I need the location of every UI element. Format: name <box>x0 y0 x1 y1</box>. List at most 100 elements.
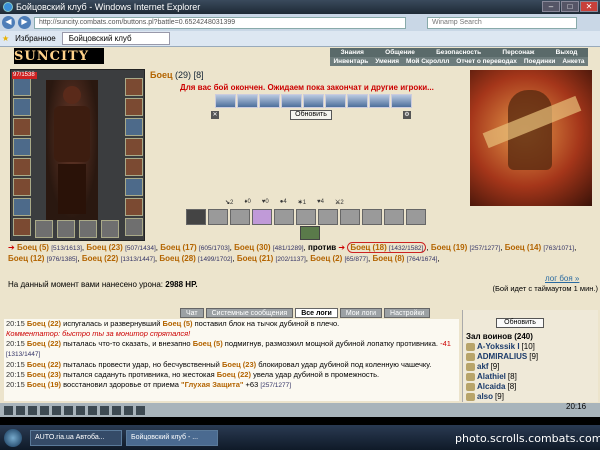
menu-item[interactable]: Инвентарь <box>333 57 368 66</box>
tab-3[interactable]: Все логи <box>295 308 338 318</box>
menu-item[interactable]: Мой Скроллл <box>406 57 449 66</box>
fighter-name[interactable]: Боец (17) <box>160 243 196 252</box>
fighter-entry[interactable]: Боец (12) [976/1385] <box>8 254 77 263</box>
equipment-slot[interactable] <box>125 78 143 96</box>
equipment-slot[interactable] <box>35 220 53 238</box>
forward-button[interactable]: ▶ <box>18 16 31 29</box>
minimize-button[interactable]: – <box>542 1 560 12</box>
fighter-entry[interactable]: Боец (14) [763/1071] <box>505 243 574 252</box>
player-name[interactable]: ADMIRALIUS <box>477 352 527 361</box>
tool-icon[interactable] <box>112 405 121 415</box>
chat-a[interactable]: Боец (22) <box>27 319 61 328</box>
equipment-slot[interactable] <box>125 158 143 176</box>
chat-a[interactable]: Боец (22) <box>27 360 61 369</box>
player-row[interactable]: ADMIRALIUS [9] <box>466 352 538 361</box>
skill-slot-extra[interactable] <box>300 226 320 240</box>
fighter-entry[interactable]: Боец (18) [1432/1582] <box>347 242 427 253</box>
player-row[interactable]: akf [9] <box>466 362 499 371</box>
player-name[interactable]: Alathiel <box>477 372 506 381</box>
equipment-slot[interactable] <box>13 158 31 176</box>
player-row[interactable]: also [9] <box>466 392 504 401</box>
fighter-entry[interactable]: Боец (2) [65/877] <box>310 254 368 263</box>
fighter-name[interactable]: Боец (28) <box>159 254 195 263</box>
menu-item[interactable]: Безопасность <box>436 48 481 57</box>
chat-b[interactable]: "Глухая Защита" <box>181 380 243 389</box>
menu-item[interactable]: Знания <box>341 48 364 57</box>
chat-b[interactable]: Боец (23) <box>222 360 256 369</box>
chat-a[interactable]: Боец (23) <box>27 370 61 379</box>
search-input[interactable]: Winamp Search <box>427 16 577 29</box>
tool-icon[interactable] <box>28 405 37 415</box>
equipment-slot[interactable] <box>125 138 143 156</box>
menu-item[interactable]: Анкета <box>562 57 584 66</box>
tool-icon[interactable] <box>136 405 145 415</box>
taskbar-item[interactable]: AUTO.ria.ua Автоба... <box>30 429 122 446</box>
tab-4[interactable]: Мои логи <box>339 308 383 318</box>
chat-a[interactable]: Боец (19) <box>27 380 61 389</box>
menu-item[interactable]: Персонаж <box>502 48 534 57</box>
player-name[interactable]: also <box>477 392 493 401</box>
fighter-name[interactable]: Боец (12) <box>8 254 44 263</box>
tool-icon[interactable] <box>52 405 61 415</box>
chat-b[interactable]: Боец (5) <box>163 319 193 328</box>
menu-item[interactable]: Общение <box>385 48 415 57</box>
star-icon[interactable]: ★ <box>2 34 9 43</box>
player-name[interactable]: akf <box>477 362 489 371</box>
chat-b[interactable]: Боец (22) <box>217 370 251 379</box>
fighter-name[interactable]: Боец (21) <box>237 254 273 263</box>
fighter-entry[interactable]: Боец (21) [202/1137] <box>237 254 306 263</box>
player-row[interactable]: A-Yokssik I [10] <box>466 342 535 351</box>
fighter-name[interactable]: Боец (18) <box>350 243 386 252</box>
tool-icon[interactable] <box>4 405 13 415</box>
equipment-slot[interactable] <box>125 198 143 216</box>
favorites-button[interactable]: Избранное <box>15 34 56 43</box>
back-button[interactable]: ◀ <box>2 16 15 29</box>
equipment-slot[interactable] <box>13 78 31 96</box>
fighter-name[interactable]: Боец (14) <box>505 243 541 252</box>
close-button[interactable]: ✕ <box>580 1 598 12</box>
equipment-slot[interactable] <box>13 98 31 116</box>
tool-icon[interactable] <box>88 405 97 415</box>
equipment-slot[interactable] <box>125 218 143 236</box>
menu-item[interactable]: Выход <box>556 48 578 57</box>
tool-icon[interactable] <box>124 405 133 415</box>
browser-tab[interactable]: Бойцовский клуб <box>61 32 170 45</box>
fighter-name[interactable]: Боец (30) <box>234 243 270 252</box>
maximize-button[interactable]: □ <box>561 1 579 12</box>
player-row[interactable]: Alathiel [8] <box>466 372 517 381</box>
player-row[interactable]: Alcaida [8] <box>466 382 516 391</box>
fighter-entry[interactable]: Боец (19) [257/1277] <box>431 243 500 252</box>
fighter-name[interactable]: Боец (22) <box>82 254 118 263</box>
fighter-entry[interactable]: Боец (8) [764/1674] <box>372 254 437 263</box>
fighter-entry[interactable]: Боец (22) [1313/1447] <box>82 254 155 263</box>
equipment-slot[interactable] <box>125 118 143 136</box>
fighter-entry[interactable]: Боец (28) [1499/1702] <box>159 254 232 263</box>
equipment-slot[interactable] <box>13 218 31 236</box>
equipment-slot[interactable] <box>79 220 97 238</box>
fighter-name[interactable]: Боец (2) <box>310 254 342 263</box>
tab-1[interactable]: Чат <box>180 308 204 318</box>
tab-5[interactable]: Настройки <box>384 308 431 318</box>
fighter-entry[interactable]: Боец (23) [507/1434] <box>86 243 155 252</box>
menu-item[interactable]: Умения <box>375 57 399 66</box>
close-small-icon[interactable]: ✕ <box>211 111 219 119</box>
tool-icon[interactable] <box>16 405 25 415</box>
address-bar[interactable]: http://suncity.combats.com/buttons.pl?ba… <box>34 16 406 29</box>
equipment-slot[interactable] <box>13 138 31 156</box>
chat-b[interactable]: Боец (5) <box>193 339 223 348</box>
tool-icon[interactable] <box>100 405 109 415</box>
settings-small-icon[interactable]: ⚙ <box>403 111 411 119</box>
refresh-button[interactable]: Обновить <box>290 110 332 120</box>
equipment-slot[interactable] <box>125 98 143 116</box>
fighter-name[interactable]: Боец (8) <box>372 254 404 263</box>
equipment-slot[interactable] <box>13 178 31 196</box>
start-button[interactable] <box>4 429 22 447</box>
player-name[interactable]: A-Yokssik I <box>477 342 520 351</box>
player-name[interactable]: Alcaida <box>477 382 505 391</box>
equipment-slot[interactable] <box>125 178 143 196</box>
fighter-entry[interactable]: Боец (30) [481/1289] <box>234 243 303 252</box>
fighter-entry[interactable]: Боец (17) [605/1703] <box>160 243 229 252</box>
tool-icon[interactable] <box>40 405 49 415</box>
equipment-slot[interactable] <box>57 220 75 238</box>
fighter-name[interactable]: Боец (19) <box>431 243 467 252</box>
